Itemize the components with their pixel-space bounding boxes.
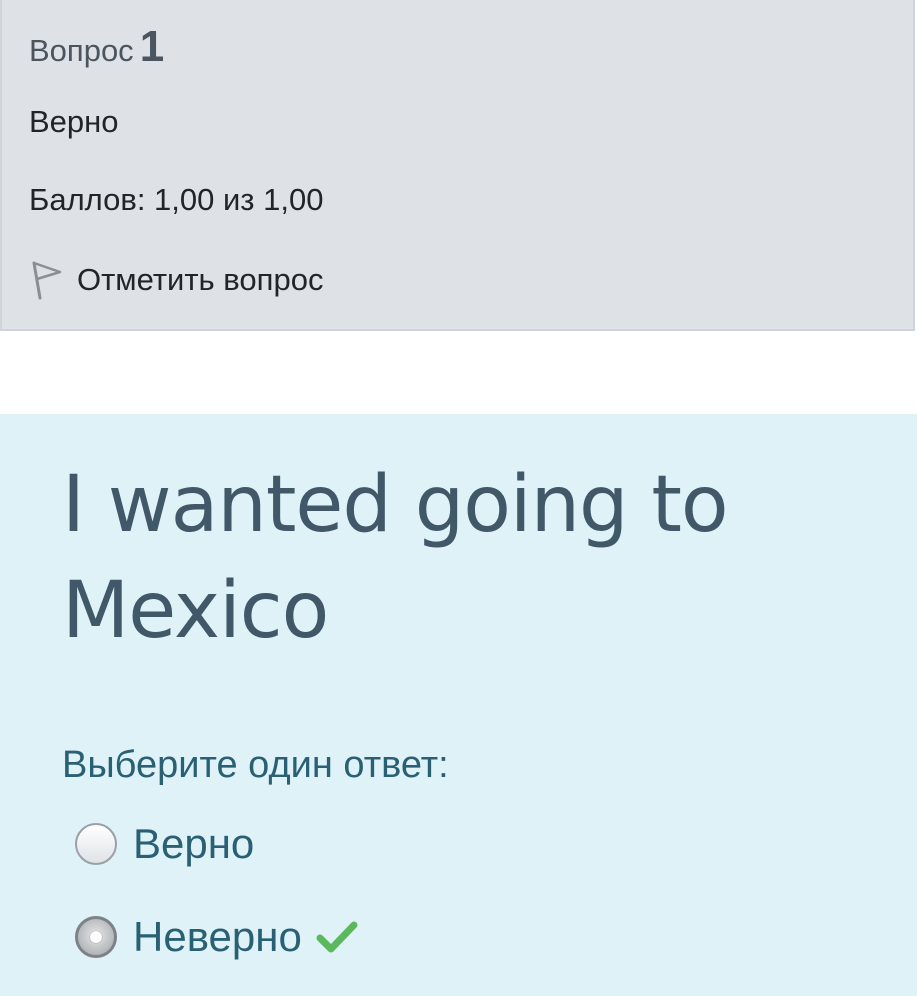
question-text: I wanted going to Mexico: [62, 460, 729, 656]
answer-label[interactable]: Верно: [133, 820, 254, 868]
quiz-review-page: Вопрос 1 Верно Баллов: 1,00 из 1,00 Отмет…: [0, 0, 917, 996]
flag-icon[interactable]: [29, 260, 63, 300]
answer-option-false[interactable]: Неверно: [75, 913, 358, 961]
question-info-panel: Вопрос 1 Верно Баллов: 1,00 из 1,00 Отмет…: [0, 0, 915, 331]
question-state: Верно: [29, 104, 119, 139]
radio-dot: [90, 931, 102, 943]
radio-button[interactable]: [75, 823, 117, 865]
flag-question-link[interactable]: Отметить вопрос: [29, 260, 323, 300]
question-number: 1: [139, 22, 165, 71]
answer-label[interactable]: Неверно: [133, 913, 302, 961]
question-word: Вопрос: [29, 33, 134, 68]
flag-question-label[interactable]: Отметить вопрос: [77, 262, 323, 298]
question-heading: Вопрос 1: [29, 22, 164, 72]
answer-option-true[interactable]: Верно: [75, 820, 254, 868]
answer-prompt: Выберите один ответ:: [62, 744, 449, 786]
question-content-panel: I wanted going to Mexico Выберите один о…: [0, 414, 917, 996]
checkmark-icon: [316, 920, 358, 954]
question-grade: Баллов: 1,00 из 1,00: [29, 182, 324, 217]
radio-button-selected[interactable]: [75, 916, 117, 958]
